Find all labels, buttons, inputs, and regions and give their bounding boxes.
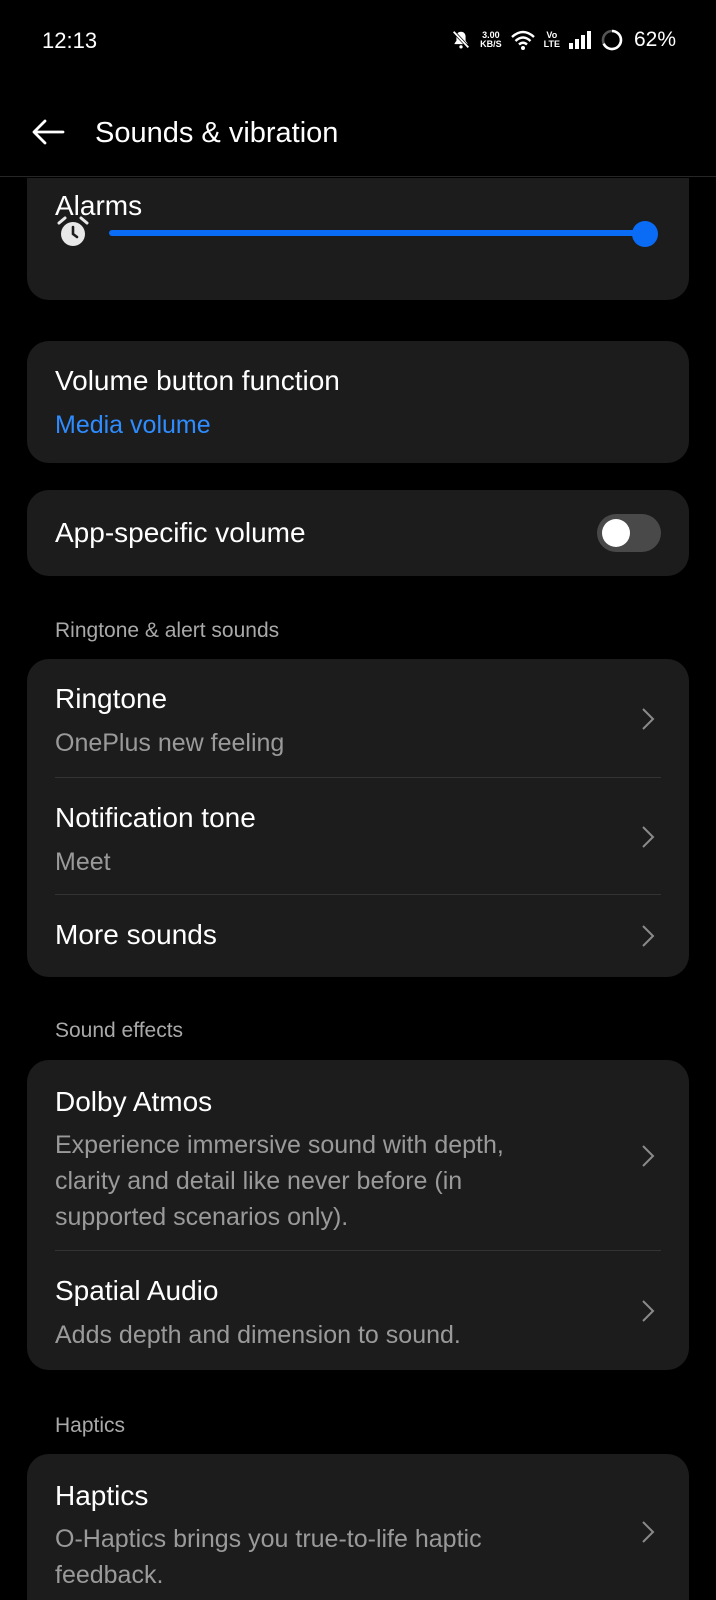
app-specific-volume-toggle[interactable] xyxy=(597,514,661,552)
dolby-atmos-subtitle-line: supported scenarios only). xyxy=(55,1203,349,1231)
section-label-ringtone: Ringtone & alert sounds xyxy=(55,619,280,642)
spatial-audio-row[interactable]: Spatial Audio Adds depth and dimension t… xyxy=(27,1251,689,1370)
spatial-audio-subtitle: Adds depth and dimension to sound. xyxy=(55,1321,461,1349)
haptics-subtitle-line: O-Haptics brings you true-to-life haptic xyxy=(55,1525,482,1553)
section-label-sound-effects: Sound effects xyxy=(55,1019,184,1042)
page-title: Sounds & vibration xyxy=(95,117,339,149)
dolby-atmos-subtitle: Experience immersive sound with depth, c… xyxy=(55,1127,615,1235)
wifi-icon xyxy=(510,29,536,51)
haptics-row[interactable]: Haptics O-Haptics brings you true-to-lif… xyxy=(27,1454,689,1600)
ringtone-card: Ringtone OnePlus new feeling Notificatio… xyxy=(27,659,689,977)
status-time: 12:13 xyxy=(42,28,98,53)
notification-tone-subtitle: Meet xyxy=(55,848,111,876)
chevron-right-icon xyxy=(642,707,655,730)
chevron-right-icon xyxy=(642,1144,655,1167)
notification-tone-title: Notification tone xyxy=(55,802,256,833)
volte-icon: Vo LTE xyxy=(544,31,560,49)
dolby-atmos-row[interactable]: Dolby Atmos Experience immersive sound w… xyxy=(27,1060,689,1251)
chevron-right-icon xyxy=(642,825,655,848)
notification-tone-row[interactable]: Notification tone Meet xyxy=(27,778,689,895)
haptics-subtitle-line: feedback. xyxy=(55,1561,164,1589)
app-bar: Sounds & vibration xyxy=(0,82,716,177)
volte-bottom: LTE xyxy=(543,39,560,49)
slider-thumb[interactable] xyxy=(632,221,658,247)
slider-track xyxy=(109,230,645,236)
app-specific-volume-row[interactable]: App-specific volume xyxy=(27,490,689,576)
alarms-volume-slider[interactable] xyxy=(27,178,689,300)
ringtone-title: Ringtone xyxy=(55,683,168,714)
more-sounds-title: More sounds xyxy=(55,919,217,950)
chevron-right-icon xyxy=(642,925,655,947)
volume-button-function-value: Media volume xyxy=(55,411,211,439)
alarms-card: Alarms xyxy=(27,178,689,300)
toggle-knob xyxy=(602,519,630,547)
section-label-haptics: Haptics xyxy=(55,1414,126,1437)
battery-percent: 62% xyxy=(633,28,676,51)
app-specific-volume-title: App-specific volume xyxy=(55,517,306,548)
sound-effects-card: Dolby Atmos Experience immersive sound w… xyxy=(27,1060,689,1370)
haptics-title: Haptics xyxy=(55,1480,149,1511)
settings-list[interactable]: Alarms Volume button function Media volu… xyxy=(0,178,716,1600)
mute-bell-icon xyxy=(450,29,472,51)
dolby-atmos-title: Dolby Atmos xyxy=(55,1086,213,1117)
arrow-left-icon xyxy=(32,119,65,145)
chevron-right-icon xyxy=(642,1521,655,1543)
volume-button-function-row[interactable]: Volume button function Media volume xyxy=(27,341,689,463)
ringtone-subtitle: OnePlus new feeling xyxy=(55,729,285,757)
battery-ring-icon xyxy=(600,28,624,52)
more-sounds-row[interactable]: More sounds xyxy=(27,895,689,977)
net-speed: 3.00 KB/S xyxy=(480,31,502,49)
status-icons: 3.00 KB/S Vo LTE 62% xyxy=(450,26,676,54)
volume-button-function-title: Volume button function xyxy=(55,365,340,396)
spatial-audio-title: Spatial Audio xyxy=(55,1275,219,1306)
haptics-card: Haptics O-Haptics brings you true-to-lif… xyxy=(27,1454,689,1600)
chevron-right-icon xyxy=(642,1299,655,1322)
ringtone-row[interactable]: Ringtone OnePlus new feeling xyxy=(27,659,689,778)
status-bar: 12:13 3.00 KB/S Vo LTE 62% xyxy=(0,0,716,82)
net-speed-unit: KB/S xyxy=(480,39,502,49)
back-button[interactable] xyxy=(28,112,68,152)
dolby-atmos-subtitle-line: clarity and detail like never before (in xyxy=(55,1167,463,1195)
signal-icon xyxy=(568,30,592,50)
dolby-atmos-subtitle-line: Experience immersive sound with depth, xyxy=(55,1131,504,1159)
haptics-subtitle: O-Haptics brings you true-to-life haptic… xyxy=(55,1521,615,1593)
